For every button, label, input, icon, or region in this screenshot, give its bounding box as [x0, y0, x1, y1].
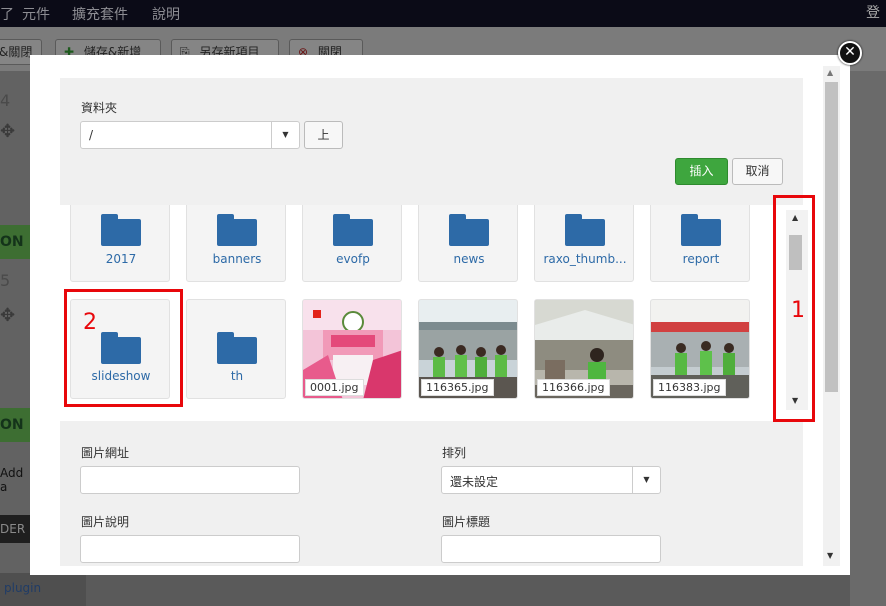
folder-item-evofp[interactable]: evofp [302, 205, 402, 282]
folder-icon [681, 214, 721, 246]
annotation-box-2 [64, 289, 183, 407]
modal-scrollbar[interactable]: ▲ ▼ [823, 66, 840, 566]
folder-icon [217, 214, 257, 246]
sort-label: 排列 [442, 446, 467, 460]
image-item-116383[interactable]: 116383.jpg [650, 299, 750, 399]
folder-name: news [453, 252, 485, 266]
folder-icon [217, 332, 257, 364]
folder-item-raxo-thumb[interactable]: raxo_thumb... [534, 205, 634, 282]
image-filename: 116365.jpg [421, 379, 494, 396]
header-fragment: DER [0, 515, 30, 543]
folder-name: 2017 [105, 252, 137, 266]
admin-menubar: 了 元件 擴充套件 說明 [0, 0, 886, 27]
scroll-down-arrow-icon[interactable]: ▼ [827, 551, 833, 560]
image-url-label: 圖片網址 [81, 446, 130, 460]
status-badge[interactable]: ON [0, 408, 30, 442]
caret-down-icon: ▼ [632, 467, 660, 493]
image-title-input[interactable] [441, 535, 661, 563]
image-description-label: 圖片說明 [81, 515, 130, 529]
image-url-input[interactable] [80, 466, 300, 494]
menu-fragment: 了 [0, 7, 14, 23]
folder-item-banners[interactable]: banners [186, 205, 286, 282]
folder-name: raxo_thumb... [543, 252, 627, 266]
caret-down-icon: ▼ [271, 122, 299, 148]
insert-button[interactable]: 插入 [675, 158, 728, 185]
image-filename: 116366.jpg [537, 379, 610, 396]
folder-icon [333, 214, 373, 246]
image-item-116366[interactable]: 116366.jpg [534, 299, 634, 399]
background-right-area [850, 71, 886, 606]
add-fragment: Add a [0, 466, 24, 494]
menu-extensions[interactable]: 擴充套件 [72, 4, 128, 24]
folder-select-value: / [89, 128, 94, 142]
folder-item-2017[interactable]: 2017 [70, 205, 170, 282]
folder-select[interactable]: / ▼ [80, 121, 300, 149]
menu-components[interactable]: 元件 [22, 4, 50, 24]
folder-item-report[interactable]: report [650, 205, 750, 282]
cancel-button[interactable]: 取消 [732, 158, 783, 185]
annotation-number-2: 2 [83, 310, 97, 335]
sort-select[interactable]: 還未設定 ▼ [441, 466, 661, 494]
folder-icon [101, 214, 141, 246]
background-module-list: 4 ✥ ON 5 ✥ ON Add a DER [0, 71, 30, 606]
ordering-number: 4 [0, 91, 11, 110]
drag-handle-icon[interactable]: ✥ [0, 305, 15, 326]
folder-item-th[interactable]: th [186, 299, 286, 399]
folder-name: banners [212, 252, 262, 266]
scroll-up-arrow-icon[interactable]: ▲ [827, 68, 833, 77]
status-badge[interactable]: ON [0, 225, 30, 259]
modal-close-button[interactable]: ✕ [838, 41, 862, 65]
folder-icon [565, 214, 605, 246]
annotation-number-1: 1 [791, 298, 805, 323]
plugin-link[interactable]: plugin [4, 581, 41, 595]
folder-item-news[interactable]: news [418, 205, 518, 282]
user-menu-fragment[interactable]: 登 [866, 2, 880, 22]
plugin-link-area: plugin [0, 573, 86, 606]
ordering-number: 5 [0, 271, 11, 290]
image-title-label: 圖片標題 [442, 515, 491, 529]
image-filename: 116383.jpg [653, 379, 726, 396]
close-icon: ✕ [844, 44, 856, 60]
scrollbar-thumb[interactable] [825, 82, 838, 392]
image-item-0001[interactable]: 0001.jpg [302, 299, 402, 399]
menu-help[interactable]: 說明 [152, 4, 180, 24]
drag-handle-icon[interactable]: ✥ [0, 121, 15, 142]
image-item-116365[interactable]: 116365.jpg [418, 299, 518, 399]
folder-icon [449, 214, 489, 246]
folder-label: 資料夾 [81, 101, 118, 115]
folder-name: evofp [336, 252, 370, 266]
folder-name: th [230, 369, 244, 383]
sort-select-value: 還未設定 [450, 475, 499, 489]
folder-name: report [682, 252, 720, 266]
image-description-input[interactable] [80, 535, 300, 563]
folder-up-button[interactable]: 上 [304, 121, 343, 149]
image-filename: 0001.jpg [305, 379, 364, 396]
